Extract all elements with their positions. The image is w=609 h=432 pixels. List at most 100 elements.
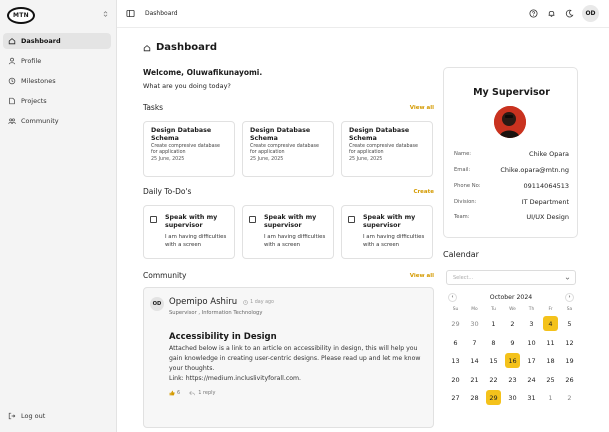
calendar-day[interactable]: 30 [467, 316, 482, 331]
sidebar-item-milestones[interactable]: Milestones [3, 73, 111, 89]
calendar-day[interactable]: 6 [448, 335, 463, 350]
like-button[interactable]: 6 [169, 390, 180, 396]
logout-button[interactable]: Log out [7, 411, 45, 420]
task-card[interactable]: Design Database Schema Create compresive… [143, 121, 235, 177]
calendar-weekday: Fr [548, 307, 553, 312]
calendar-day[interactable]: 8 [486, 335, 501, 350]
moon-icon[interactable] [564, 9, 574, 19]
tasks-view-all-link[interactable]: View all [410, 105, 434, 111]
calendar-day[interactable]: 31 [524, 390, 539, 405]
calendar-day[interactable]: 7 [467, 335, 482, 350]
calendar-day[interactable]: 23 [505, 372, 520, 387]
calendar-day[interactable]: 17 [524, 353, 539, 368]
task-card[interactable]: Design Database Schema Create compresive… [341, 121, 433, 177]
sidebar-item-dashboard[interactable]: Dashboard [3, 33, 111, 49]
calendar-day[interactable]: 19 [562, 353, 577, 368]
breadcrumb[interactable]: Dashboard [145, 10, 178, 17]
calendar-weekday: Mo [471, 307, 478, 312]
sidebar-nav: Dashboard Profile Milestones Projects Co… [3, 33, 111, 133]
calendar-day[interactable]: 12 [562, 335, 577, 350]
calendar-day[interactable]: 1 [543, 390, 558, 405]
supervisor-team: UI/UX Design [526, 213, 569, 221]
post-link[interactable]: Link: https://medium.incluslivityforall.… [169, 375, 301, 382]
supervisor-phone-row: Phone No: 09114064513 [454, 182, 569, 190]
todo-description: I am having difficulties with a screen [264, 234, 326, 248]
todo-card: Speak with my supervisor I am having dif… [341, 205, 433, 259]
calendar-day[interactable]: 20 [448, 372, 463, 387]
calendar-day[interactable]: 28 [467, 390, 482, 405]
calendar-day[interactable]: 26 [562, 372, 577, 387]
calendar-day[interactable]: 18 [543, 353, 558, 368]
user-icon [7, 57, 16, 66]
community-post: OD Opemipo Ashiru 1 day ago Supervisor ,… [143, 287, 434, 428]
calendar-next-button[interactable]: › [565, 293, 574, 302]
todos-title: Daily To-Do's [143, 187, 192, 196]
todo-card: Speak with my supervisor I am having dif… [242, 205, 334, 259]
todos-create-link[interactable]: Create [413, 189, 434, 195]
calendar-day[interactable]: 2 [505, 316, 520, 331]
calendar-weekday: We [509, 307, 516, 312]
post-author: Opemipo Ashiru 1 day ago [169, 297, 274, 307]
sidebar-item-community[interactable]: Community [3, 113, 111, 129]
help-icon[interactable] [528, 9, 538, 19]
calendar-day[interactable]: 3 [524, 316, 539, 331]
calendar-day[interactable]: 27 [448, 390, 463, 405]
calendar-day[interactable]: 10 [524, 335, 539, 350]
mtn-logo[interactable]: MTN [7, 7, 35, 24]
post-author-name[interactable]: Opemipo Ashiru [169, 297, 237, 307]
calendar-day[interactable]: 14 [467, 353, 482, 368]
supervisor-email[interactable]: Chike.opara@mtn.ng [500, 166, 569, 174]
todo-checkbox[interactable] [348, 216, 355, 223]
task-description: Create compresive database for applicati… [151, 144, 220, 155]
welcome-subtitle: What are you doing today? [143, 82, 231, 90]
user-avatar[interactable]: OD [582, 5, 599, 22]
task-date: 25 June, 2025 [349, 157, 383, 163]
calendar-day[interactable]: 2 [562, 390, 577, 405]
calendar-day[interactable]: 5 [562, 316, 577, 331]
supervisor-field-label: Name: [454, 151, 472, 157]
calendar-weekday: Tu [491, 307, 496, 312]
calendar-day[interactable]: 15 [486, 353, 501, 368]
calendar-month: October 2024 [489, 294, 533, 301]
calendar-day[interactable]: 29 [448, 316, 463, 331]
calendar-day[interactable]: 13 [448, 353, 463, 368]
calendar-day[interactable]: 30 [505, 390, 520, 405]
supervisor-name-row: Name: Chike Opara [454, 150, 569, 158]
calendar-day[interactable]: 4 [543, 316, 558, 331]
calendar-select[interactable]: Select... [446, 270, 576, 285]
reply-icon [189, 390, 195, 396]
post-actions: 6 1 reply [169, 390, 216, 396]
task-description: Create compresive database for applicati… [349, 144, 418, 155]
calendar-day[interactable]: 11 [543, 335, 558, 350]
calendar-select-placeholder: Select... [453, 274, 474, 281]
calendar-day[interactable]: 24 [524, 372, 539, 387]
sidebar-item-profile[interactable]: Profile [3, 53, 111, 69]
post-time: 1 day ago [243, 300, 274, 305]
task-card[interactable]: Design Database Schema Create compresive… [242, 121, 334, 177]
supervisor-division-row: Division: IT Department [454, 198, 569, 206]
reply-button[interactable]: 1 reply [189, 390, 216, 396]
todo-checkbox[interactable] [150, 216, 157, 223]
top-bar: Dashboard OD [117, 0, 609, 28]
calendar-day[interactable]: 21 [467, 372, 482, 387]
calendar-weekday: Sa [566, 307, 573, 312]
community-view-all-link[interactable]: View all [410, 273, 434, 279]
calendar-day[interactable]: 29 [486, 390, 501, 405]
tasks-header: Tasks View all [143, 103, 434, 112]
calendar-day[interactable]: 9 [505, 335, 520, 350]
todo-checkbox[interactable] [249, 216, 256, 223]
page-title-text: Dashboard [156, 42, 217, 53]
chevron-up-down-icon[interactable] [103, 10, 108, 18]
sidebar-toggle-icon[interactable] [126, 9, 135, 18]
calendar-day[interactable]: 16 [505, 353, 520, 368]
calendar-day[interactable]: 22 [486, 372, 501, 387]
calendar-day[interactable]: 1 [486, 316, 501, 331]
task-title: Design Database Schema [250, 127, 311, 142]
task-title: Design Database Schema [349, 127, 410, 142]
calendar-day[interactable]: 25 [543, 372, 558, 387]
post-author-avatar[interactable]: OD [150, 297, 164, 311]
sidebar-item-projects[interactable]: Projects [3, 93, 111, 109]
bell-icon[interactable] [546, 9, 556, 19]
sidebar-item-label: Projects [21, 97, 47, 105]
thumbs-up-icon [169, 390, 175, 396]
